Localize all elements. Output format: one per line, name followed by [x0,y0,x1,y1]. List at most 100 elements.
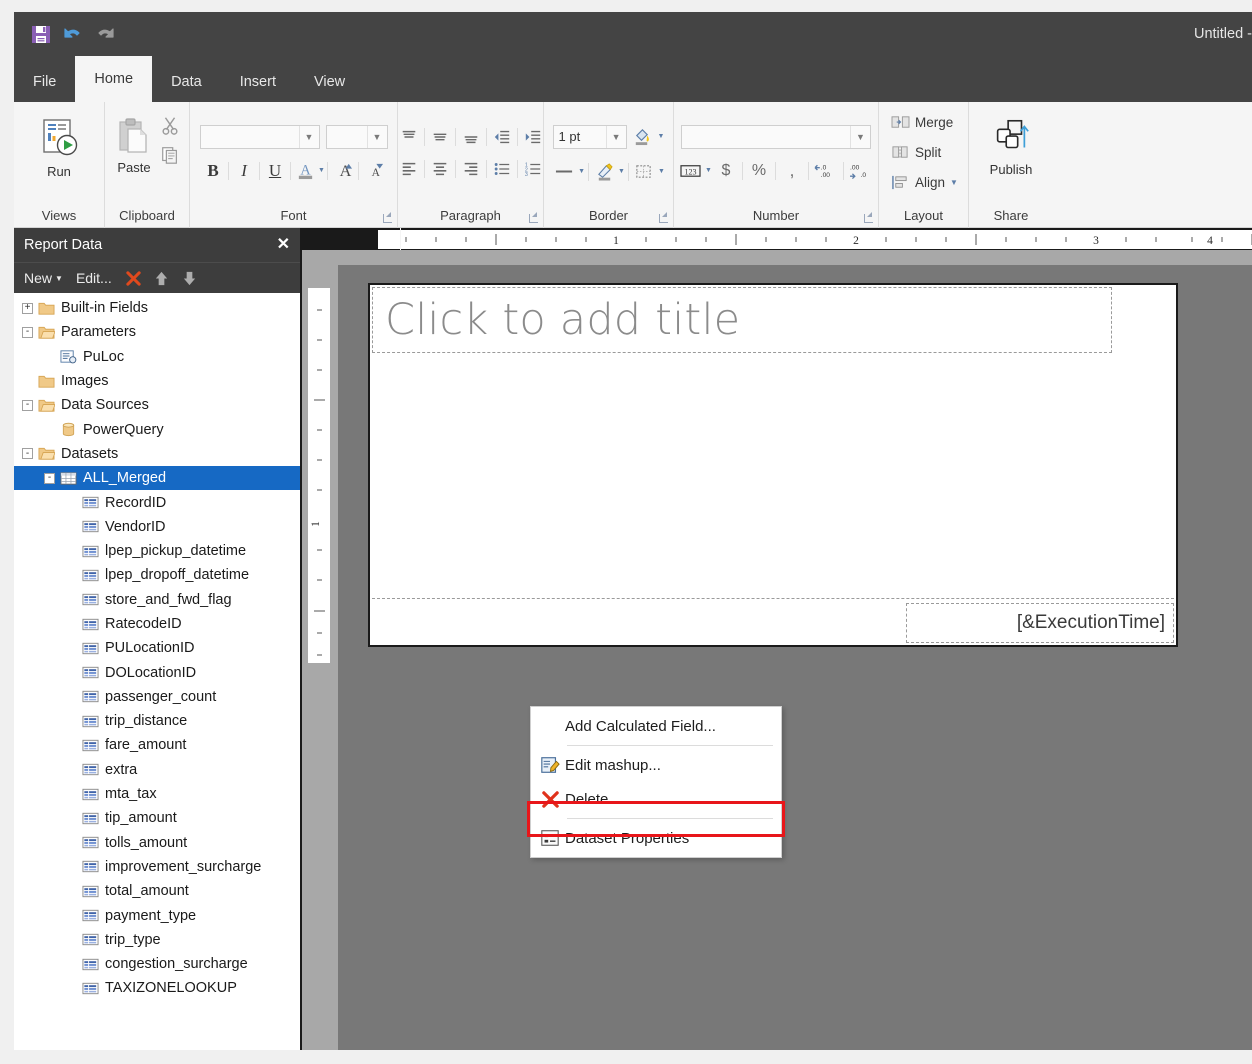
currency-button[interactable]: $ [713,158,739,184]
tree-node-extra[interactable]: extra [14,758,300,782]
chevron-down-icon[interactable]: ▼ [578,168,585,175]
borders-button[interactable] [632,159,656,185]
tree-node-fare-amount[interactable]: fare_amount [14,733,300,757]
number-format-combo[interactable]: ▼ [681,124,871,149]
cut-button[interactable] [157,112,183,138]
decrease-indent-button[interactable] [489,124,515,150]
publish-button[interactable]: Publish [979,108,1043,196]
tree-node-trip-distance[interactable]: trip_distance [14,709,300,733]
font-color-button[interactable]: A [293,158,317,184]
italic-button[interactable]: I [231,158,257,184]
tree-node-powerquery[interactable]: PowerQuery [14,417,300,441]
execution-time-textbox[interactable]: [&ExecutionTime] [906,603,1174,643]
chevron-down-icon[interactable]: ▼ [55,274,63,283]
move-down-button[interactable] [179,270,200,287]
border-dialog-launcher[interactable] [659,212,668,223]
run-button[interactable]: Run [27,108,91,196]
paste-button[interactable]: Paste [111,108,157,196]
align-left-button[interactable] [396,156,422,182]
report-title-textbox[interactable]: Click to add title [372,287,1112,353]
tree-node-tip-amount[interactable]: tip_amount [14,806,300,830]
merge-button[interactable]: Merge [885,108,959,136]
shrink-font-button[interactable]: A [361,158,387,184]
chevron-down-icon[interactable]: ▼ [658,133,665,140]
chevron-down-icon[interactable]: ▼ [950,178,958,187]
tab-view[interactable]: View [295,62,364,102]
underline-button[interactable]: U [262,158,288,184]
tree-node-passenger-count[interactable]: passenger_count [14,685,300,709]
border-color-button[interactable] [592,159,616,185]
tree-node-vendorid[interactable]: VendorID [14,515,300,539]
move-up-button[interactable] [151,270,172,287]
split-button[interactable]: Split [885,138,947,166]
tree-node-dolocationid[interactable]: DOLocationID [14,660,300,684]
grow-font-button[interactable]: A [330,158,356,184]
menu-item-edit-mashup[interactable]: Edit mashup... [531,748,781,782]
tree-node-congestion-surcharge[interactable]: congestion_surcharge [14,952,300,976]
report-design-surface[interactable]: 1 2 3 4 1 Click to add title [&Execution… [302,228,1252,1050]
expand-icon[interactable]: + [22,302,33,314]
tab-insert[interactable]: Insert [221,62,295,102]
chevron-down-icon[interactable]: ▼ [658,168,665,175]
tree-node-payment-type[interactable]: payment_type [14,903,300,927]
tree-node-lpep-dropoff-datetime[interactable]: lpep_dropoff_datetime [14,563,300,587]
percent-button[interactable]: % [746,158,772,184]
tree-node-tolls-amount[interactable]: tolls_amount [14,831,300,855]
chevron-down-icon[interactable]: ▼ [705,167,712,174]
report-page[interactable]: Click to add title [&ExecutionTime] [368,283,1178,647]
tree-node-puloc[interactable]: PuLoc [14,345,300,369]
tree-node-ratecodeid[interactable]: RatecodeID [14,612,300,636]
chevron-down-icon[interactable]: ▼ [618,168,625,175]
bottom-scrollbar[interactable] [14,1050,1252,1064]
bullet-list-button[interactable] [489,156,515,182]
fill-color-button[interactable] [631,124,653,150]
collapse-icon[interactable]: - [22,326,33,338]
number-dialog-launcher[interactable] [864,212,873,223]
tree-node-recordid[interactable]: RecordID [14,490,300,514]
tree-node-taxizonelookup[interactable]: TAXIZONELOOKUP [14,976,300,1000]
tree-node-lpep-pickup-datetime[interactable]: lpep_pickup_datetime [14,539,300,563]
bold-button[interactable]: B [200,158,226,184]
border-width-combo[interactable]: 1 pt ▼ [552,124,627,149]
align-middle-button[interactable] [427,124,453,150]
tree-node-improvement-surcharge[interactable]: improvement_surcharge [14,855,300,879]
menu-item-add-calculated-field[interactable]: Add Calculated Field... [531,709,781,743]
menu-item-dataset-properties[interactable]: Dataset Properties [531,821,781,855]
numbered-list-button[interactable]: 1 2 3 [520,156,546,182]
collapse-icon[interactable]: - [22,399,33,411]
tree-node-data-sources[interactable]: - Data Sources [14,393,300,417]
font-name-combo[interactable]: ▼ [199,124,320,149]
tree-node-mta-tax[interactable]: mta_tax [14,782,300,806]
collapse-icon[interactable]: - [44,472,55,484]
font-size-combo[interactable]: ▼ [325,124,388,149]
align-top-button[interactable] [396,124,422,150]
tree-node-all-merged[interactable]: - ALL_Merged [14,466,300,491]
tree-node-images[interactable]: Images [14,369,300,393]
tree-node-store-and-fwd-flag[interactable]: store_and_fwd_flag [14,588,300,612]
comma-button[interactable]: , [779,158,805,184]
tree-node-parameters[interactable]: - Parameters [14,320,300,344]
paragraph-dialog-launcher[interactable] [529,212,538,223]
number-format-button[interactable]: 123 [677,158,703,184]
font-dialog-launcher[interactable] [383,212,392,223]
new-button[interactable]: New ▼ [22,270,65,286]
tab-home[interactable]: Home [75,56,153,102]
edit-button[interactable]: Edit... [74,270,114,286]
chevron-down-icon[interactable]: ▼ [318,167,325,174]
increase-indent-button[interactable] [520,124,546,150]
report-data-tree[interactable]: + Built-in Fields - Parameters PuLoc Imag… [14,293,300,1050]
increase-decimal-button[interactable]: .00 .0 [847,158,875,184]
align-right-button[interactable] [458,156,484,182]
collapse-icon[interactable]: - [22,448,33,460]
copy-button[interactable] [157,142,183,168]
undo-icon[interactable] [62,23,84,45]
tree-node-built-in-fields[interactable]: + Built-in Fields [14,296,300,320]
tree-node-total-amount[interactable]: total_amount [14,879,300,903]
menu-item-delete[interactable]: Delete [531,782,781,816]
save-icon[interactable] [30,23,52,45]
tree-node-pulocationid[interactable]: PULocationID [14,636,300,660]
redo-icon[interactable] [94,23,116,45]
align-center-button[interactable] [427,156,453,182]
tree-node-datasets[interactable]: - Datasets [14,442,300,466]
close-icon[interactable]: ✕ [277,237,290,253]
